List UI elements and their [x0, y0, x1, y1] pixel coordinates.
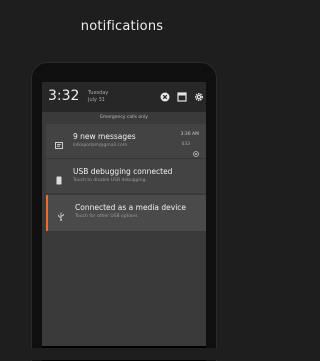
notification-title: Connected as a media device	[75, 203, 187, 212]
clear-all-icon[interactable]	[160, 92, 170, 102]
count-badge-icon	[193, 142, 199, 157]
date-label: July 31	[88, 97, 105, 103]
notification-subtitle: Touch for other USB options	[75, 214, 138, 219]
date-display: Tuesday July 31	[88, 90, 108, 104]
message-icon	[55, 135, 63, 149]
notification-messages[interactable]: 9 new messages lolkopodam@gmail.com 3:30…	[46, 124, 206, 158]
notification-count: 433	[181, 142, 190, 147]
notification-usb-debugging[interactable]: USB debugging connected Touch to disable…	[46, 158, 206, 193]
clock: 3:32	[48, 88, 80, 104]
settings-gear-icon[interactable]	[194, 92, 204, 102]
phone-screen: 3:32 Tuesday July 31 Emergency calls onl…	[42, 82, 206, 361]
notification-title: 9 new messages	[73, 132, 136, 141]
bottom-edge	[0, 348, 244, 360]
debug-icon	[55, 170, 63, 185]
notification-title: USB debugging connected	[73, 167, 173, 176]
notification-subtitle: Touch to disable USB debugging.	[73, 178, 147, 183]
page-headline: notifications	[80, 19, 164, 34]
notification-media-device[interactable]: Connected as a media device Touch for ot…	[46, 195, 206, 231]
quick-settings-header: 3:32 Tuesday July 31	[42, 82, 206, 112]
day-label: Tuesday	[88, 90, 109, 96]
usb-icon	[57, 206, 65, 221]
phone-frame: 3:32 Tuesday July 31 Emergency calls onl…	[31, 62, 217, 361]
notification-time: 3:30 AM	[180, 132, 200, 137]
quick-settings-grid-icon[interactable]	[177, 92, 187, 102]
emergency-calls-label: Emergency calls only	[100, 115, 148, 120]
notification-subtitle: lolkopodam@gmail.com	[73, 143, 128, 148]
